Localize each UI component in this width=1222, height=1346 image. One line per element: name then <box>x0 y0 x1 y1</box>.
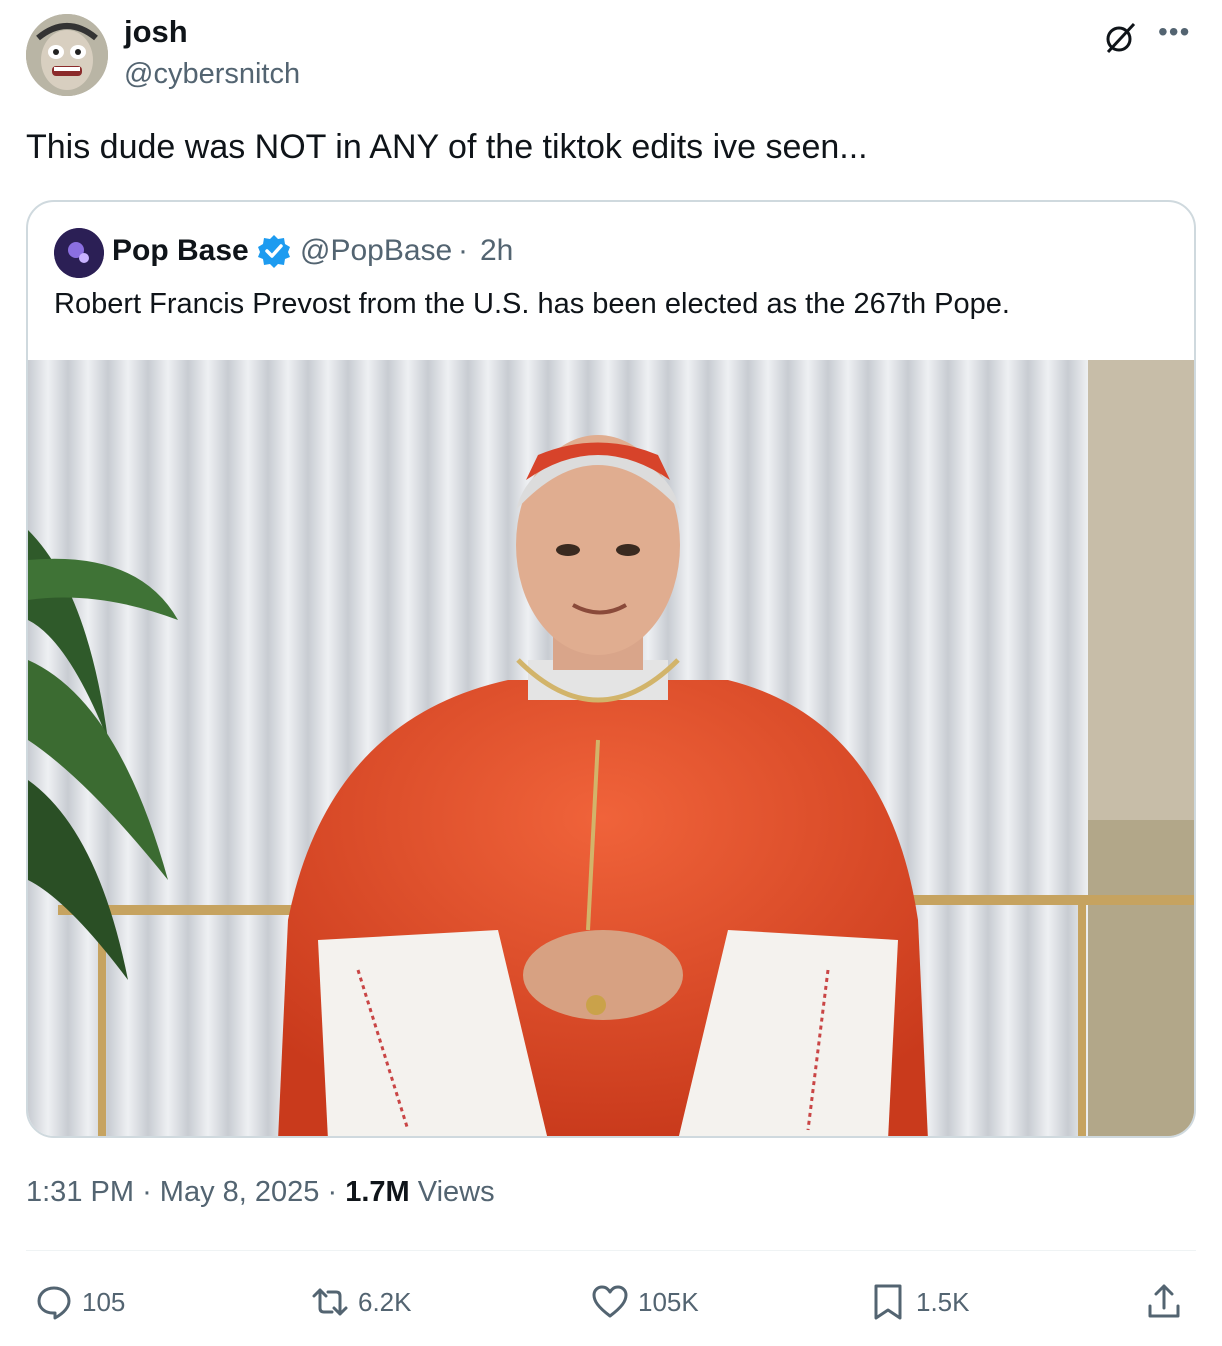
quoted-timestamp: 2h <box>480 234 514 267</box>
bookmark-icon <box>874 1284 902 1320</box>
quoted-avatar <box>54 228 104 278</box>
more-icon[interactable]: ••• <box>1158 18 1198 50</box>
share-icon <box>1148 1284 1180 1318</box>
reply-button[interactable]: 105 <box>34 1280 125 1324</box>
author-name[interactable]: josh <box>124 14 188 50</box>
meta-separator: · <box>327 1176 338 1208</box>
author-avatar[interactable] <box>26 14 108 96</box>
tweet-time[interactable]: 1:31 PM <box>26 1176 134 1208</box>
reply-icon <box>37 1286 71 1320</box>
heart-icon <box>592 1285 628 1318</box>
meta-separator: · <box>142 1176 152 1208</box>
quoted-photo[interactable] <box>28 360 1194 1136</box>
share-button[interactable] <box>1144 1280 1184 1324</box>
bookmark-count: 1.5K <box>916 1286 970 1317</box>
verified-badge-icon <box>256 233 292 269</box>
quoted-separator: · <box>458 234 468 267</box>
quoted-text: Robert Francis Prevost from the U.S. has… <box>54 288 1010 320</box>
grok-icon[interactable] <box>1100 18 1140 58</box>
like-count: 105K <box>638 1286 699 1317</box>
tweet-meta: 1:31 PM · May 8, 2025 · 1.7M Views <box>26 1176 495 1209</box>
tweet-text: This dude was NOT in ANY of the tiktok e… <box>26 128 868 166</box>
repost-count: 6.2K <box>358 1286 412 1317</box>
quoted-tweet-card[interactable]: Pop Base @PopBase · 2h Robert Francis Pr… <box>26 200 1196 1138</box>
views-count: 1.7M <box>345 1176 410 1208</box>
quoted-handle: @PopBase <box>300 234 453 267</box>
bookmark-button[interactable]: 1.5K <box>868 1280 970 1324</box>
author-handle[interactable]: @cybersnitch <box>124 58 300 91</box>
quoted-name: Pop Base <box>112 234 249 267</box>
repost-button[interactable]: 6.2K <box>310 1280 412 1324</box>
repost-icon <box>312 1288 348 1316</box>
divider <box>26 1250 1196 1251</box>
like-button[interactable]: 105K <box>590 1280 699 1324</box>
reply-count: 105 <box>82 1286 126 1317</box>
tweet-date[interactable]: May 8, 2025 <box>160 1176 320 1208</box>
views-label: Views <box>417 1176 495 1208</box>
